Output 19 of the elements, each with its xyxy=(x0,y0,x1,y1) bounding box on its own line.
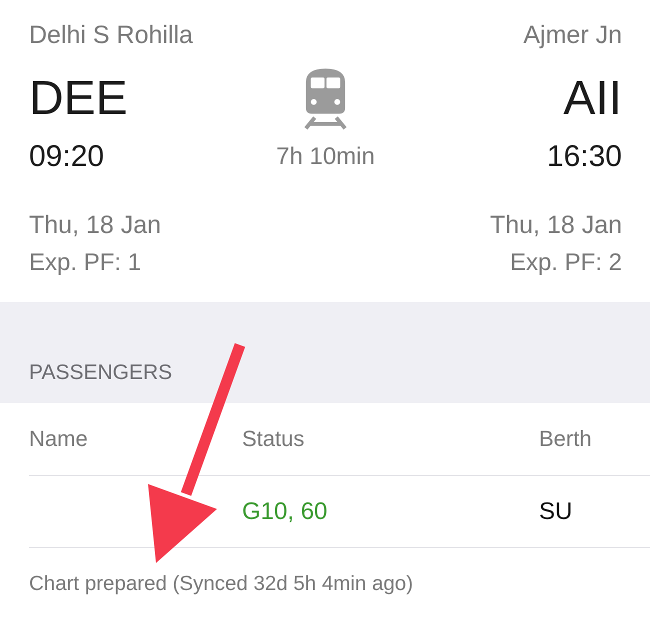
booking-status: G10, 60 xyxy=(242,496,328,526)
section-title: PASSENGERS xyxy=(29,361,172,384)
travel-date: Thu, 18 Jan xyxy=(29,210,162,240)
arrival-time: 16:30 xyxy=(546,140,622,174)
platform-label: Exp. PF: 1 xyxy=(29,248,142,278)
chart-status-text: Chart prepared (Synced 32d 5h 4min ago) xyxy=(29,572,414,595)
station-name: Ajmer Jn xyxy=(523,20,622,50)
column-header: Berth xyxy=(539,425,592,453)
train-icon xyxy=(302,68,349,130)
station-code: DEE xyxy=(29,71,128,127)
column-header: Status xyxy=(242,425,304,453)
station-name: Delhi S Rohilla xyxy=(29,20,193,50)
column-header: Name xyxy=(29,425,88,453)
station-code: AII xyxy=(563,71,622,127)
platform-label: Exp. PF: 2 xyxy=(510,248,622,278)
berth-code: SU xyxy=(539,496,572,526)
departure-time: 09:20 xyxy=(29,140,104,174)
travel-date: Thu, 18 Jan xyxy=(490,210,622,240)
travel-duration: 7h 10min xyxy=(276,142,375,172)
